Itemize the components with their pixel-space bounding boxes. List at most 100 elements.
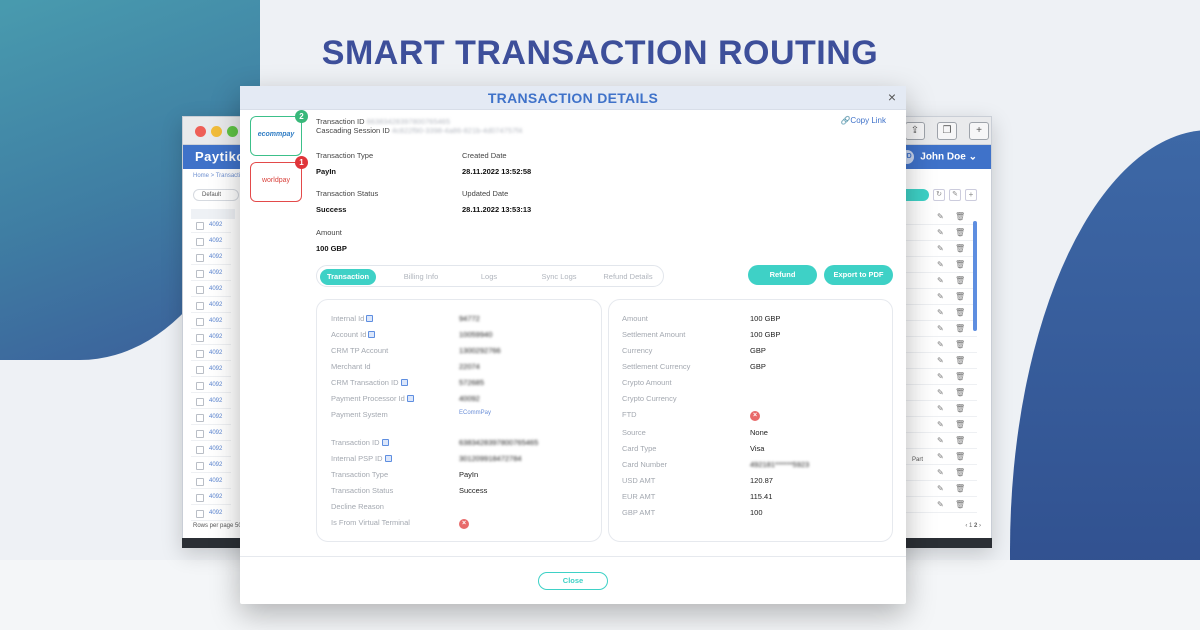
- delete-icon[interactable]: 🗑: [955, 308, 965, 317]
- copy-link[interactable]: 🔗Copy Link: [840, 116, 886, 125]
- transaction-id-value[interactable]: 66383428397800765465: [367, 117, 450, 126]
- field-label: Transaction Status: [331, 486, 394, 495]
- edit-icon[interactable]: ✎: [949, 189, 961, 201]
- delete-icon[interactable]: 🗑: [955, 500, 965, 509]
- delete-icon[interactable]: 🗑: [955, 228, 965, 237]
- field-label: Merchant Id: [331, 362, 371, 371]
- delete-icon[interactable]: 🗑: [955, 356, 965, 365]
- delete-icon[interactable]: 🗑: [955, 340, 965, 349]
- edit-icon[interactable]: ✎: [937, 500, 944, 509]
- field-value: 100: [750, 508, 763, 517]
- table-row-actions: ✎ 🗑: [897, 257, 977, 273]
- edit-icon[interactable]: ✎: [937, 388, 944, 397]
- updated-date-value: 28.11.2022 13:53:13: [462, 205, 532, 214]
- copy-icon[interactable]: [368, 331, 376, 338]
- copy-icon[interactable]: [381, 439, 389, 446]
- edit-icon[interactable]: ✎: [937, 260, 944, 269]
- minimize-window-icon[interactable]: [211, 126, 222, 137]
- field-value: 301209918472784: [459, 454, 522, 463]
- delete-icon[interactable]: 🗑: [955, 212, 965, 221]
- delete-icon[interactable]: 🗑: [955, 484, 965, 493]
- tab-refund-details[interactable]: Refund Details: [595, 269, 661, 285]
- maximize-window-icon[interactable]: [227, 126, 238, 137]
- copy-icon[interactable]: [366, 315, 374, 322]
- tab-sync-logs[interactable]: Sync Logs: [529, 269, 589, 285]
- edit-icon[interactable]: ✎: [937, 468, 944, 477]
- field-label: Crypto Amount: [622, 378, 672, 387]
- field-label: Card Type: [622, 444, 657, 453]
- cascading-session-value[interactable]: 4c822f90-3398-4a86-821b-4d074757f4: [392, 126, 523, 135]
- share-icon[interactable]: ⇪: [905, 122, 925, 140]
- pagination[interactable]: ‹ 1 2 ›: [965, 523, 981, 529]
- edit-icon[interactable]: ✎: [937, 308, 944, 317]
- rows-per-page[interactable]: Rows per page 50: [193, 523, 242, 529]
- edit-icon[interactable]: ✎: [937, 484, 944, 493]
- tab-billing-info[interactable]: Billing Info: [387, 269, 455, 285]
- field-label: Currency: [622, 346, 653, 355]
- attempt-badge: 2: [295, 110, 308, 123]
- delete-icon[interactable]: 🗑: [955, 420, 965, 429]
- tab-logs[interactable]: Logs: [461, 269, 517, 285]
- edit-icon[interactable]: ✎: [937, 340, 944, 349]
- edit-icon[interactable]: ✎: [937, 420, 944, 429]
- table-row-actions: ✎ 🗑: [897, 449, 977, 465]
- attempt-badge: 1: [295, 156, 308, 169]
- edit-icon[interactable]: ✎: [937, 212, 944, 221]
- edit-icon[interactable]: ✎: [937, 452, 944, 461]
- edit-icon[interactable]: ✎: [937, 276, 944, 285]
- delete-icon[interactable]: 🗑: [955, 468, 965, 477]
- close-icon[interactable]: ×: [888, 89, 896, 105]
- edit-icon[interactable]: ✎: [937, 356, 944, 365]
- tabs-icon[interactable]: ❐: [937, 122, 957, 140]
- edit-icon[interactable]: ✎: [937, 324, 944, 333]
- delete-icon[interactable]: 🗑: [955, 388, 965, 397]
- field-value: ECommPay: [459, 410, 492, 416]
- delete-icon[interactable]: 🗑: [955, 292, 965, 301]
- copy-icon[interactable]: [400, 379, 408, 386]
- delete-icon[interactable]: 🗑: [955, 260, 965, 269]
- tab-transaction[interactable]: Transaction: [320, 269, 376, 285]
- new-tab-icon[interactable]: +: [969, 122, 989, 140]
- processor-card-worldpay[interactable]: worldpay 1: [250, 156, 308, 202]
- transaction-type-value: PayIn: [316, 167, 337, 176]
- table-row-actions: ✎ 🗑: [897, 289, 977, 305]
- user-menu[interactable]: JD John Doe ⌄: [900, 150, 977, 164]
- filter-select[interactable]: Default: [193, 189, 239, 201]
- delete-icon[interactable]: 🗑: [955, 244, 965, 253]
- edit-icon[interactable]: ✎: [937, 404, 944, 413]
- row-status-text: Part: [911, 457, 923, 463]
- edit-icon[interactable]: ✎: [937, 244, 944, 253]
- field-label: Source: [622, 428, 646, 437]
- delete-icon[interactable]: 🗑: [955, 436, 965, 445]
- field-label: Payment Processor Id: [331, 394, 414, 403]
- copy-icon[interactable]: [406, 395, 414, 402]
- field-value: 6383428397800765465: [459, 438, 539, 447]
- delete-icon[interactable]: 🗑: [955, 404, 965, 413]
- table-row-actions: ✎ 🗑: [897, 369, 977, 385]
- edit-icon[interactable]: ✎: [937, 372, 944, 381]
- close-window-icon[interactable]: [195, 126, 206, 137]
- copy-icon[interactable]: [384, 455, 392, 462]
- processor-card-ecommpay[interactable]: ecommpay 2: [250, 110, 308, 156]
- field-value: 100 GBP: [750, 330, 781, 339]
- refund-button[interactable]: Refund: [748, 265, 817, 285]
- field-label: CRM TP Account: [331, 346, 389, 355]
- scrollbar[interactable]: [973, 221, 977, 331]
- export-pdf-button[interactable]: Export to PDF: [824, 265, 893, 285]
- delete-icon[interactable]: 🗑: [955, 452, 965, 461]
- add-icon[interactable]: +: [965, 189, 977, 201]
- delete-icon[interactable]: 🗑: [955, 276, 965, 285]
- edit-icon[interactable]: ✎: [937, 228, 944, 237]
- edit-icon[interactable]: ✎: [937, 436, 944, 445]
- brand-logo[interactable]: Paytiko: [195, 149, 245, 164]
- field-value: 40092: [459, 394, 480, 403]
- edit-icon[interactable]: ✎: [937, 292, 944, 301]
- delete-icon[interactable]: 🗑: [955, 372, 965, 381]
- delete-icon[interactable]: 🗑: [955, 324, 965, 333]
- table-actions-column: ✎ 🗑 ✎ 🗑 ✎ 🗑 ✎ 🗑 ✎ 🗑 ✎ 🗑 ✎ 🗑 ✎ 🗑 ✎ 🗑 ✎ 🗑 ✎ 🗑 ✎ 🗑 ✎ 🗑 ✎ 🗑 ✎ 🗑 ✎ 🗑 ✎ 🗑 ✎ 🗑 ✎ 🗑: [897, 209, 977, 513]
- refresh-icon[interactable]: ↻: [933, 189, 945, 201]
- false-status-icon: ×: [750, 411, 760, 421]
- close-button[interactable]: Close: [538, 572, 608, 590]
- ecommpay-logo: ecommpay: [257, 131, 295, 138]
- worldpay-logo: worldpay: [261, 177, 290, 184]
